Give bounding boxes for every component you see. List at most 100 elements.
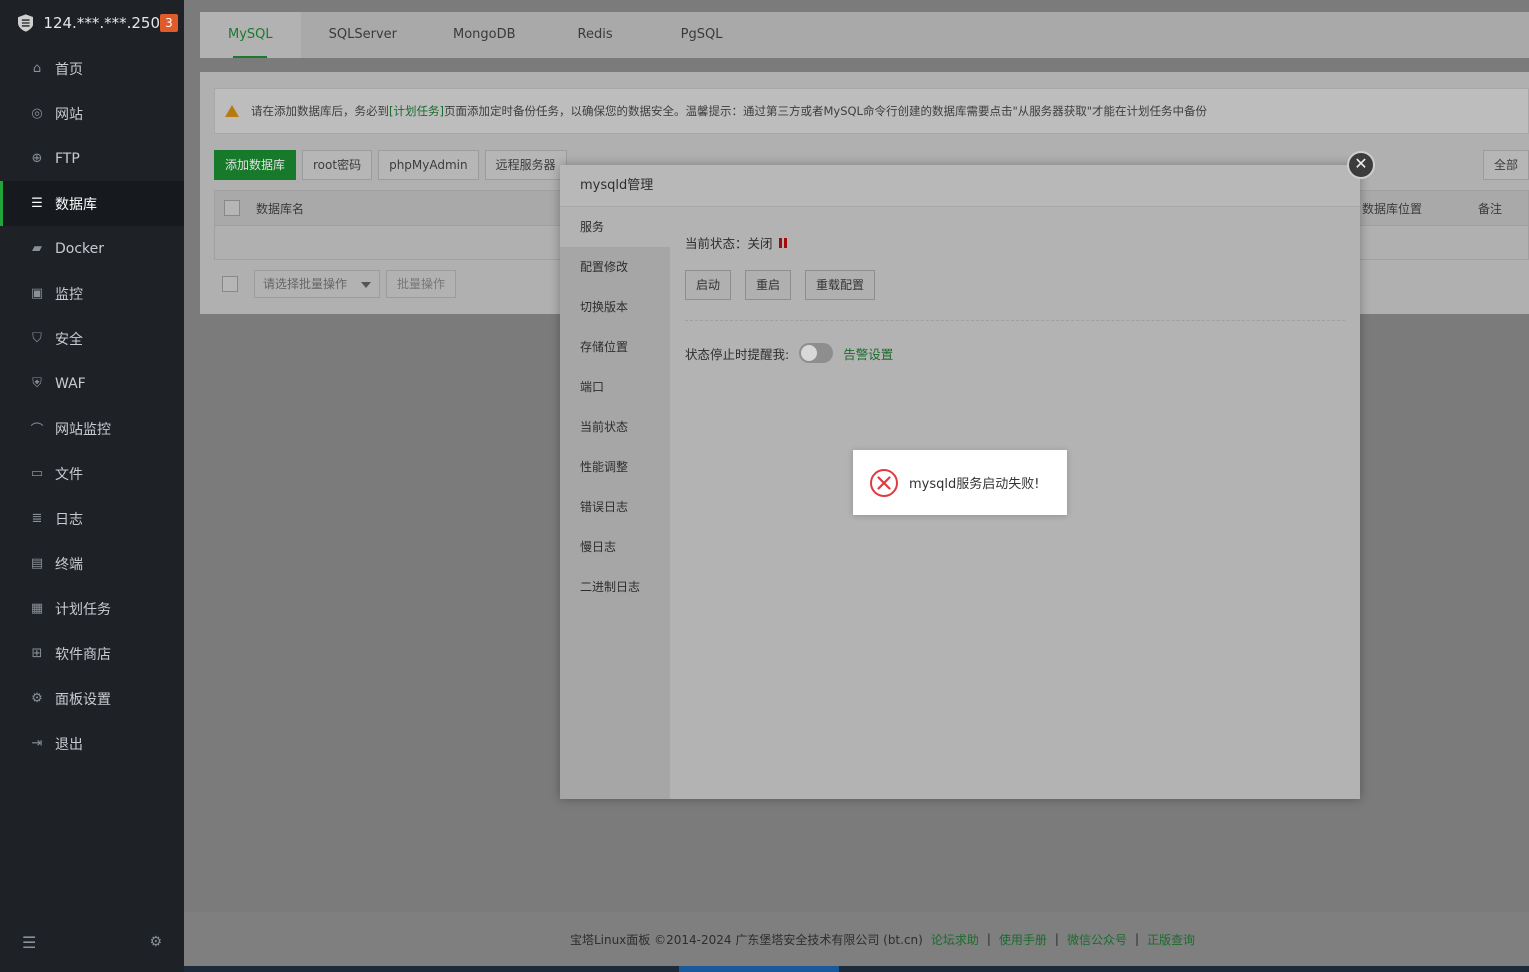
tab-pgsql[interactable]: PgSQL	[647, 12, 757, 58]
progress-indicator	[679, 966, 839, 972]
collapse-menu-icon[interactable]: ☰	[22, 933, 36, 952]
sidebar-item-label: 计划任务	[55, 601, 111, 618]
alert-settings-link[interactable]: 告警设置	[843, 344, 893, 363]
divider	[685, 320, 1345, 321]
add-database-button[interactable]: 添加数据库	[214, 150, 297, 180]
dialog-menu: 服务 配置修改 切换版本 存储位置 端口 当前状态 性能调整 错误日志 慢日志 …	[560, 207, 670, 799]
sidebar-item-label: Docker	[55, 240, 105, 257]
terminal-icon: ▤	[30, 556, 44, 571]
sidebar-item-waf[interactable]: ⛨ WAF	[0, 361, 184, 406]
globe-icon: ◎	[31, 106, 43, 121]
database-icon: ☰	[31, 196, 43, 211]
sidebar-item-label: 日志	[55, 511, 83, 528]
alert-toggle[interactable]	[799, 343, 834, 363]
select-all-checkbox[interactable]	[224, 200, 240, 216]
col-db-location: 数据库位置	[1361, 201, 1422, 216]
footer-link-wechat[interactable]: 微信公众号	[1067, 931, 1127, 948]
remote-server-button[interactable]: 远程服务器	[484, 150, 567, 180]
sidebar-item-label: WAF	[55, 375, 86, 392]
service-status: 当前状态： 关闭	[685, 233, 1345, 252]
stop-alert-row: 状态停止时提醒我: 告警设置	[685, 343, 1345, 363]
calendar-icon: ▦	[30, 601, 44, 616]
sidebar-item-security[interactable]: ⛉ 安全	[0, 316, 184, 361]
sidebar-item-logs[interactable]: ≣ 日志	[0, 496, 184, 541]
sidebar-item-app-store[interactable]: ⊞ 软件商店	[0, 631, 184, 676]
folder-icon: ▭	[30, 466, 44, 481]
gear-icon: ⚙	[31, 691, 43, 706]
sidebar-item-label: 监控	[55, 286, 83, 303]
cron-link[interactable]: [计划任务]	[389, 103, 444, 119]
backup-notice: 请在添加数据库后，务必到 [计划任务] 页面添加定时备份任务，以确保您的数据安全…	[214, 88, 1529, 134]
menu-item-error-log[interactable]: 错误日志	[560, 487, 670, 527]
tab-mongodb[interactable]: MongoDB	[425, 12, 544, 58]
toast-message: mysqld服务启动失败!	[909, 477, 1040, 492]
filter-all-button[interactable]: 全部	[1482, 150, 1529, 180]
footer-link-forum[interactable]: 论坛求助	[931, 931, 979, 948]
sidebar-item-website[interactable]: ◎ 网站	[0, 91, 184, 136]
error-toast: mysqld服务启动失败!	[853, 450, 1067, 515]
menu-item-status[interactable]: 当前状态	[560, 407, 670, 447]
sidebar-item-settings[interactable]: ⚙ 面板设置	[0, 676, 184, 721]
menu-item-slow-log[interactable]: 慢日志	[560, 527, 670, 567]
chart-icon: ⌒	[30, 423, 44, 438]
notification-badge[interactable]: 3	[160, 14, 178, 32]
menu-item-binlog[interactable]: 二进制日志	[560, 567, 670, 607]
batch-checkbox[interactable]	[222, 276, 238, 292]
server-brand[interactable]: 124.***.***.250 3	[0, 0, 184, 46]
docker-icon: ▰	[32, 241, 42, 256]
toggle-knob	[801, 345, 818, 361]
alert-label: 状态停止时提醒我:	[685, 346, 790, 362]
grid-icon: ⊞	[31, 646, 43, 661]
phpmyadmin-button[interactable]: phpMyAdmin	[378, 150, 479, 180]
shield-icon: ⛉	[32, 331, 42, 346]
sidebar-item-ftp[interactable]: ⊕ FTP	[0, 136, 184, 181]
notice-prefix: 请在添加数据库后，务必到	[251, 104, 389, 118]
menu-item-version[interactable]: 切换版本	[560, 287, 670, 327]
sidebar-footer: ☰ ⚙	[0, 912, 184, 972]
sidebar-item-label: 面板设置	[55, 691, 111, 708]
server-ip: 124.***.***.250	[43, 14, 160, 32]
settings-gear-icon[interactable]: ⚙	[149, 934, 162, 950]
sidebar-item-site-monitor[interactable]: ⌒ 网站监控	[0, 406, 184, 451]
root-password-button[interactable]: root密码	[302, 150, 373, 180]
tab-mysql[interactable]: MySQL	[200, 12, 301, 58]
sidebar-item-docker[interactable]: ▰ Docker	[0, 226, 184, 271]
menu-item-port[interactable]: 端口	[560, 367, 670, 407]
footer-link-license[interactable]: 正版查询	[1147, 931, 1195, 948]
footer-link-manual[interactable]: 使用手册	[999, 931, 1047, 948]
warning-icon	[225, 105, 239, 117]
reload-config-button[interactable]: 重载配置	[805, 270, 876, 300]
menu-item-config[interactable]: 配置修改	[560, 247, 670, 287]
waf-icon: ⛨	[32, 376, 42, 391]
menu-item-storage[interactable]: 存储位置	[560, 327, 670, 367]
page-footer: 宝塔Linux面板 ©2014-2024 广东堡塔安全技术有限公司 (bt.cn…	[184, 912, 1529, 966]
sidebar-nav: ⌂ 首页 ◎ 网站 ⊕ FTP ☰ 数据库 ▰ Docker ▣ 监控 ⛉ 安全 ⛨ WAF ⌒…	[0, 46, 184, 766]
sidebar-item-label: 退出	[55, 736, 83, 753]
menu-item-service[interactable]: 服务	[560, 207, 670, 247]
sidebar-item-cron[interactable]: ▦ 计划任务	[0, 586, 184, 631]
batch-select[interactable]: 请选择批量操作	[254, 270, 380, 298]
batch-button[interactable]: 批量操作	[386, 270, 457, 298]
sidebar-item-label: 文件	[55, 466, 83, 483]
stopped-icon	[778, 237, 787, 248]
close-icon[interactable]: ✕	[1347, 151, 1375, 179]
bottom-bar	[184, 966, 1529, 972]
sidebar-item-files[interactable]: ▭ 文件	[0, 451, 184, 496]
start-button[interactable]: 启动	[685, 270, 732, 300]
sidebar-item-monitor[interactable]: ▣ 监控	[0, 271, 184, 316]
status-label: 当前状态：	[685, 236, 748, 251]
sidebar-item-database[interactable]: ☰ 数据库	[0, 181, 184, 226]
error-icon	[870, 468, 898, 497]
restart-button[interactable]: 重启	[745, 270, 792, 300]
sidebar-item-home[interactable]: ⌂ 首页	[0, 46, 184, 91]
ftp-icon: ⊕	[31, 151, 43, 166]
sidebar-item-logout[interactable]: ⇥ 退出	[0, 721, 184, 766]
menu-item-performance[interactable]: 性能调整	[560, 447, 670, 487]
sidebar-item-label: 安全	[55, 331, 83, 348]
sidebar-item-terminal[interactable]: ▤ 终端	[0, 541, 184, 586]
bt-logo-icon	[18, 14, 34, 32]
tab-sqlserver[interactable]: SQLServer	[301, 12, 425, 58]
sidebar-item-label: 软件商店	[55, 646, 111, 663]
monitor-icon: ▣	[30, 286, 44, 301]
tab-redis[interactable]: Redis	[544, 12, 647, 58]
